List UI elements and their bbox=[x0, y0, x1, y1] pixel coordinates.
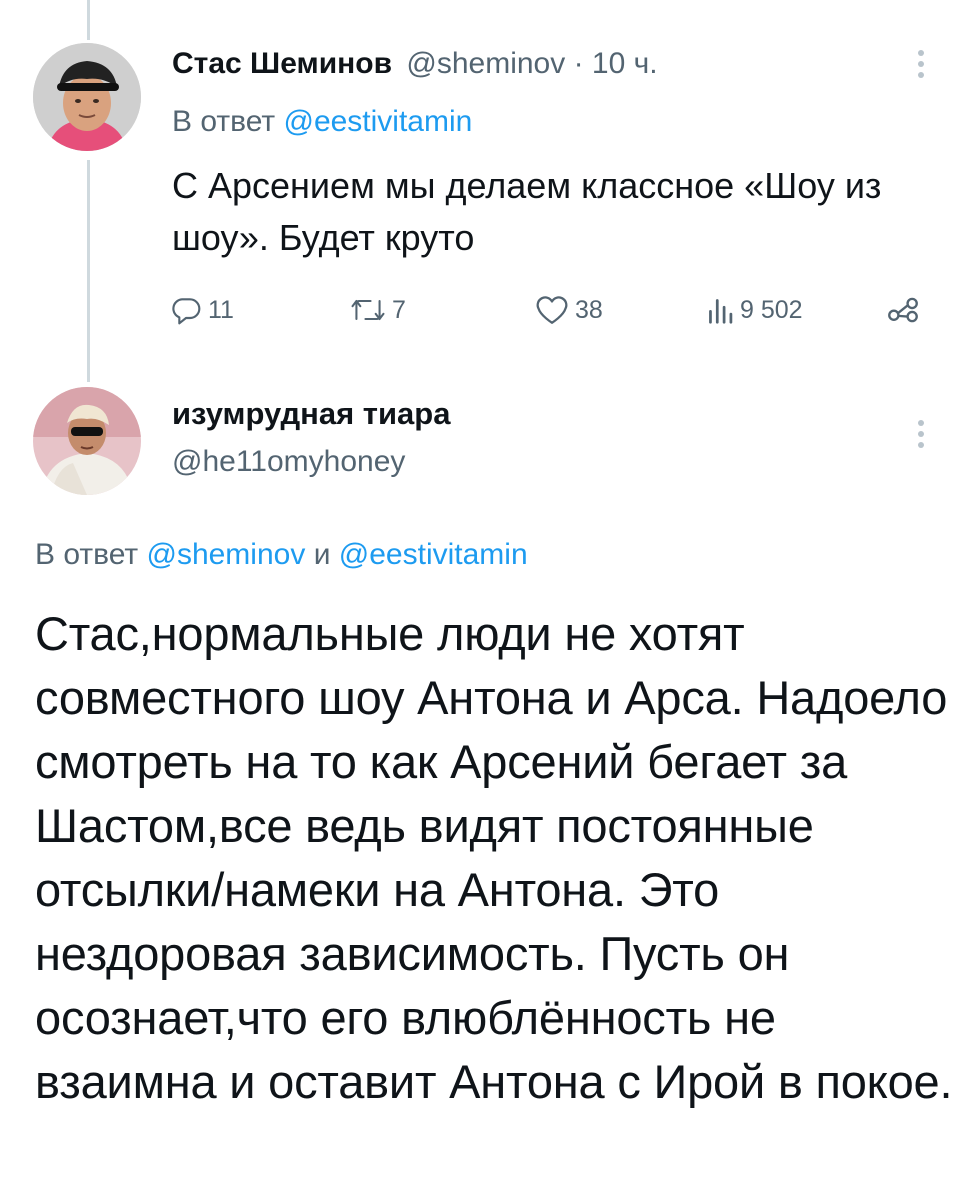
more-vertical-icon[interactable] bbox=[915, 420, 927, 453]
retweet-count: 7 bbox=[392, 295, 406, 324]
author-name[interactable]: Стас Шеминов bbox=[172, 47, 392, 80]
tweet-2-text: Стас,нормальные люди не хотят совместног… bbox=[35, 607, 953, 1108]
share-button[interactable] bbox=[886, 290, 920, 330]
retweet-button[interactable]: 7 bbox=[350, 290, 406, 330]
reply-mention-link-2[interactable]: @eestivitamin bbox=[339, 538, 528, 571]
more-vertical-icon[interactable] bbox=[915, 50, 927, 83]
views-chart-icon bbox=[706, 295, 734, 325]
reply-context: В ответ @sheminov и @eestivitamin bbox=[35, 533, 528, 577]
reply-prefix: В ответ bbox=[35, 538, 139, 571]
author-handle[interactable]: @sheminov bbox=[406, 47, 565, 80]
reply-mention-link[interactable]: @eestivitamin bbox=[283, 105, 472, 138]
reply-prefix: В ответ bbox=[172, 105, 276, 138]
author-name[interactable]: изумрудная тиара bbox=[172, 392, 450, 436]
reply-count: 11 bbox=[208, 295, 234, 324]
like-count: 38 bbox=[575, 295, 603, 324]
thread-line-connector bbox=[87, 160, 90, 382]
avatar-he11omyhoney[interactable] bbox=[33, 387, 141, 495]
reply-context: В ответ @eestivitamin bbox=[172, 100, 472, 144]
tweet-1-header: Стас Шеминов @sheminov · 10 ч. bbox=[172, 42, 658, 86]
retweet-icon bbox=[350, 294, 386, 326]
author-handle[interactable]: @he11omyhoney bbox=[172, 440, 405, 484]
heart-icon bbox=[535, 294, 569, 326]
tweet-1-text: С Арсением мы делаем классное «Шоу из шо… bbox=[172, 165, 882, 258]
reply-icon bbox=[170, 294, 202, 326]
thread-line-top bbox=[87, 0, 90, 40]
views-count: 9 502 bbox=[740, 295, 803, 324]
views-button[interactable]: 9 502 bbox=[706, 290, 803, 330]
tweet-time[interactable]: · 10 ч. bbox=[574, 47, 658, 80]
reply-button[interactable]: 11 bbox=[170, 290, 234, 330]
avatar-sheminov[interactable] bbox=[33, 43, 141, 151]
reply-joiner: и bbox=[313, 538, 331, 571]
reply-mention-link-1[interactable]: @sheminov bbox=[146, 538, 305, 571]
share-icon bbox=[886, 295, 920, 325]
like-button[interactable]: 38 bbox=[535, 290, 603, 330]
